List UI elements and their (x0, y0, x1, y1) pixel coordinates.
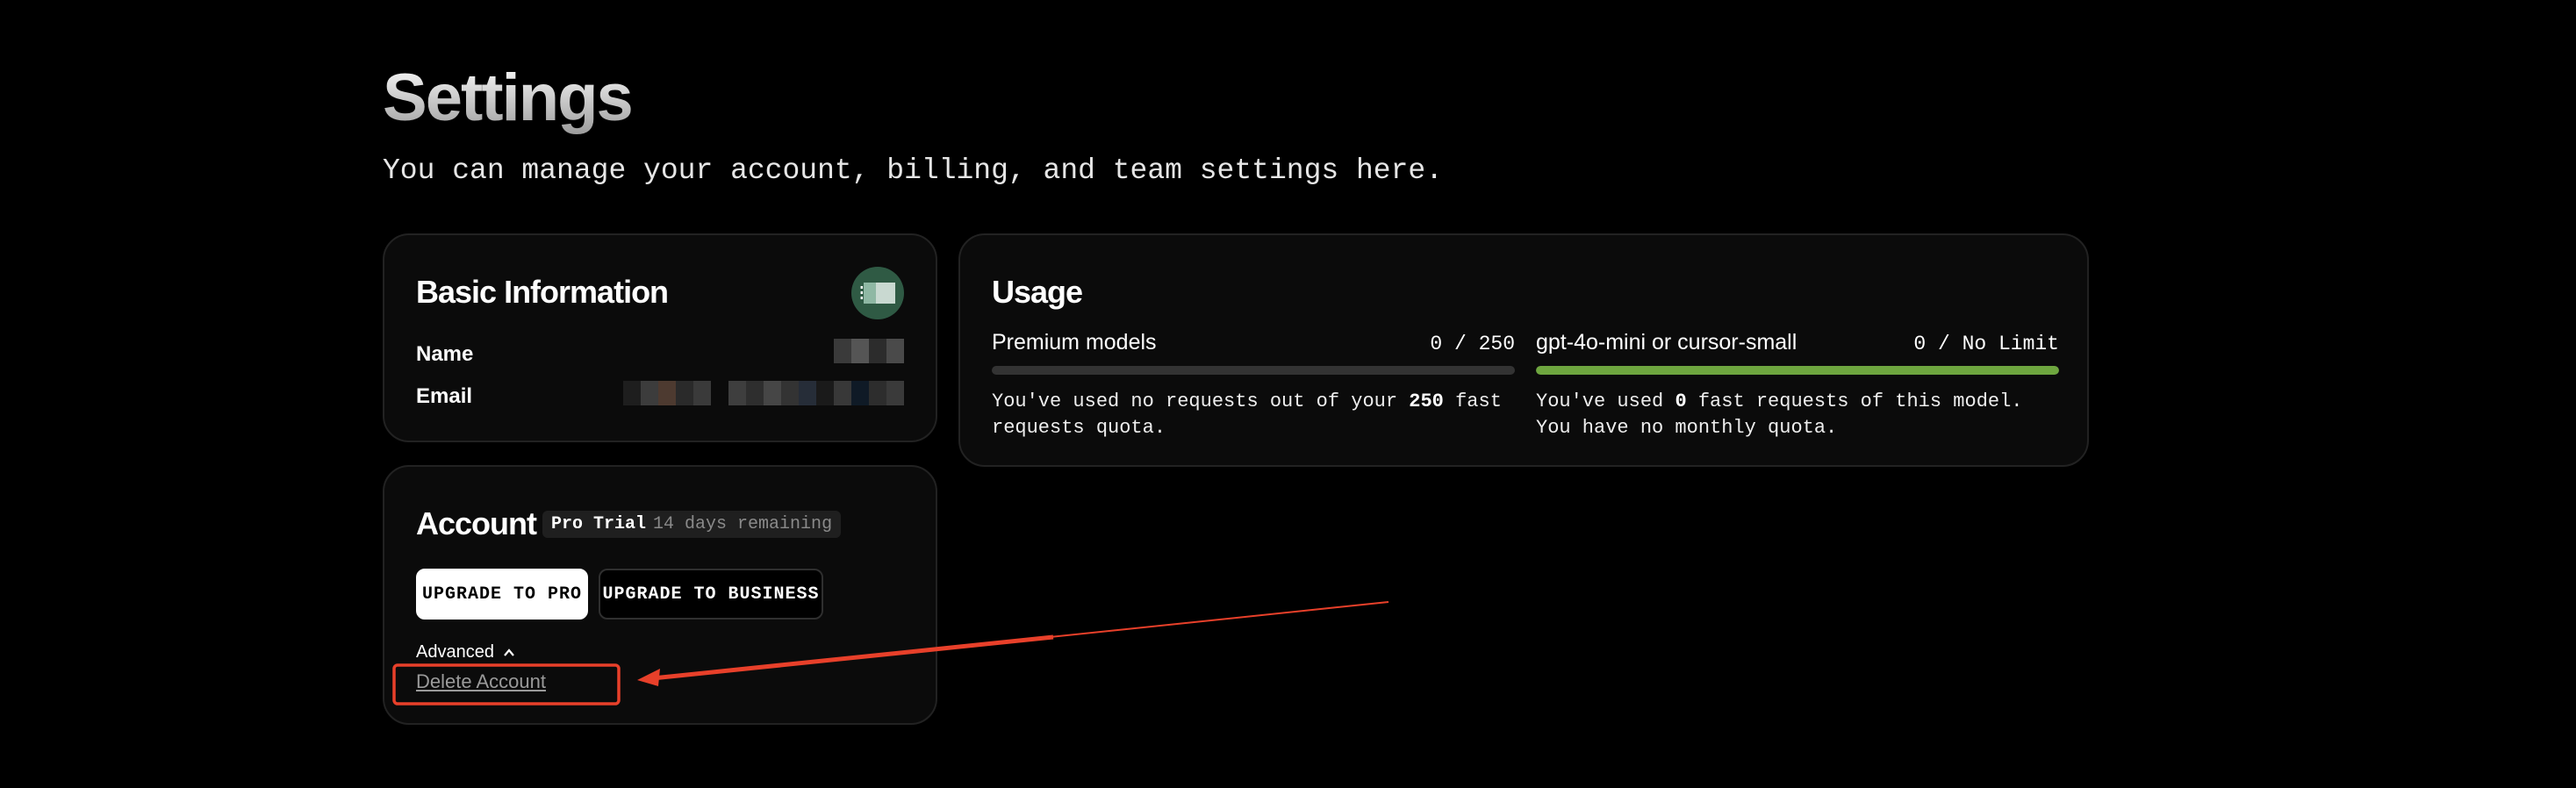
small-models-note: You've used 0 fast requests of this mode… (1536, 390, 2023, 439)
upgrade-to-business-button[interactable]: UPGRADE TO BUSINESS (599, 569, 823, 620)
avatar[interactable]: ⁝ (851, 267, 904, 319)
small-models-progress-fill (1536, 366, 2059, 375)
small-models-count: 0 / No Limit (1913, 333, 2059, 355)
premium-models-label: Premium models (992, 330, 1157, 355)
email-value-redacted (623, 381, 904, 405)
advanced-label: Advanced (416, 642, 494, 662)
small-models-usage: gpt-4o-mini or cursor-small 0 / No Limit… (1536, 330, 2059, 441)
account-card: Account Pro Trial 14 days remaining UPGRA… (383, 465, 937, 725)
page-title: Settings (383, 61, 634, 135)
basic-information-title: Basic Information (416, 274, 669, 310)
plan-name: Pro Trial (551, 514, 647, 534)
premium-models-usage: Premium models 0 / 250 You've used no re… (992, 330, 1515, 441)
email-label: Email (416, 384, 473, 408)
premium-models-progress-bar (992, 366, 1515, 375)
page-subtitle: You can manage your account, billing, an… (383, 154, 1443, 187)
advanced-toggle[interactable]: Advanced (416, 642, 515, 663)
usage-card: Usage Premium models 0 / 250 You've used… (958, 233, 2089, 467)
premium-models-count: 0 / 250 (1430, 333, 1515, 355)
plan-remaining: 14 days remaining (653, 514, 833, 534)
usage-title: Usage (992, 274, 1083, 310)
delete-account-link[interactable]: Delete Account (416, 670, 546, 693)
name-value-redacted (834, 339, 904, 363)
premium-models-note: You've used no requests out of your 250 … (992, 390, 1502, 439)
small-models-label: gpt-4o-mini or cursor-small (1536, 330, 1797, 355)
plan-badge: Pro Trial 14 days remaining (542, 511, 842, 538)
basic-information-card: Basic Information ⁝ Name Email (383, 233, 937, 442)
chevron-up-icon (504, 648, 514, 656)
account-title: Account (416, 505, 537, 541)
upgrade-to-pro-button[interactable]: UPGRADE TO PRO (416, 569, 588, 620)
name-label: Name (416, 342, 474, 366)
small-models-progress-bar (1536, 366, 2059, 375)
